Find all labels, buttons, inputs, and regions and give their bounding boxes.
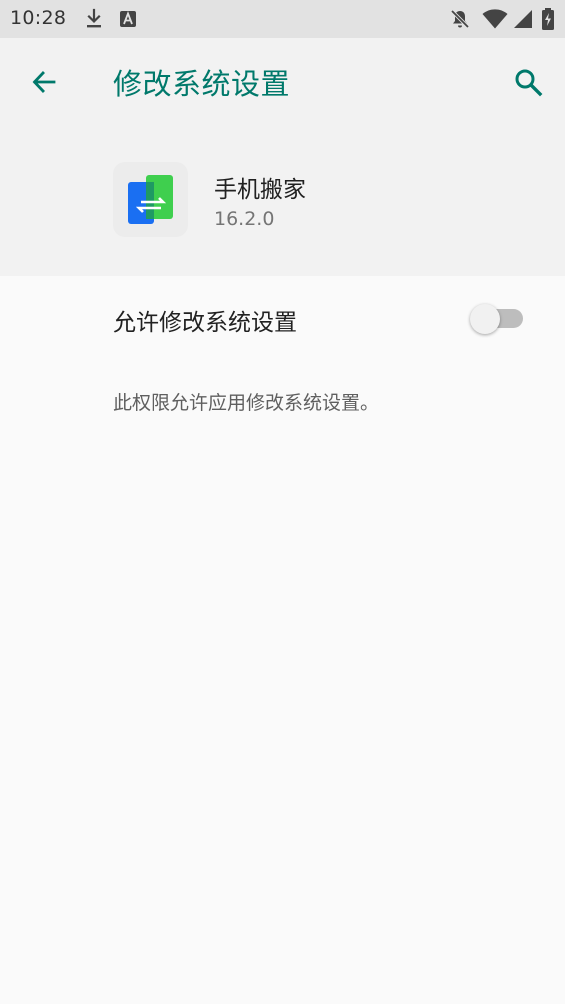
status-time: 10:28	[10, 7, 67, 29]
a-notification-icon	[119, 10, 137, 32]
setting-label: 允许修改系统设置	[113, 310, 297, 336]
permission-description: 此权限允许应用修改系统设置。	[113, 392, 380, 414]
status-bar: 10:28	[0, 0, 565, 38]
modify-system-settings-row[interactable]: 允许修改系统设置	[0, 276, 565, 360]
search-button[interactable]	[506, 60, 550, 104]
battery-charging-icon	[541, 8, 555, 34]
notifications-off-icon	[449, 8, 471, 34]
app-header: 修改系统设置 手机搬家 16.2.0	[0, 38, 565, 276]
back-button[interactable]	[22, 60, 66, 104]
cell-signal-icon	[513, 9, 533, 33]
download-icon	[84, 8, 104, 34]
wifi-icon	[482, 9, 508, 33]
arrow-back-icon	[32, 71, 56, 93]
toggle-switch[interactable]	[470, 304, 500, 334]
app-name: 手机搬家	[214, 177, 306, 203]
phone-clone-icon	[113, 162, 188, 237]
app-version: 16.2.0	[214, 208, 275, 230]
page-title: 修改系统设置	[113, 67, 291, 101]
search-icon	[515, 69, 543, 97]
